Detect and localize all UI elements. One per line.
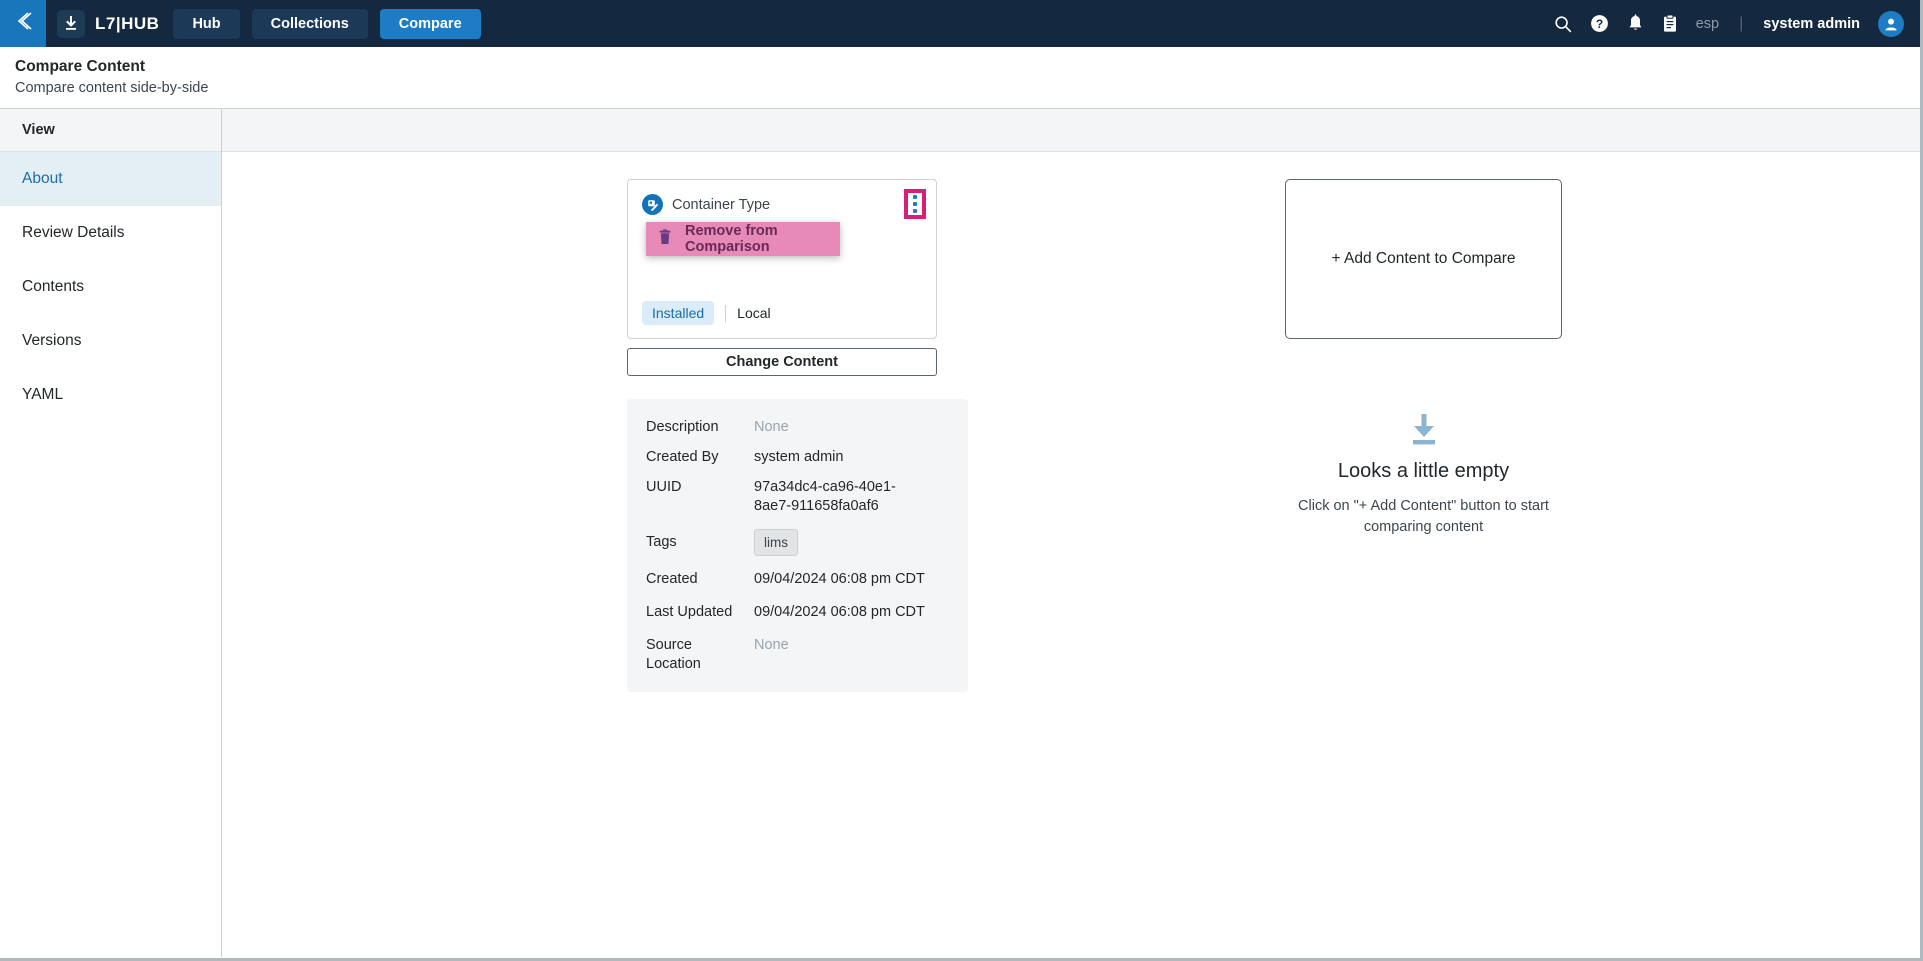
sidebar-item-review-details[interactable]: Review Details (0, 206, 221, 260)
nav-tab-hub[interactable]: Hub (173, 8, 240, 39)
content-toolbar (222, 109, 1920, 152)
help-icon[interactable]: ? (1590, 14, 1609, 33)
footer-divider (725, 304, 727, 322)
bell-icon[interactable] (1627, 14, 1644, 33)
detail-row-uuid: UUID 97a34dc4-ca96-40e1-8ae7-911658fa0af… (627, 478, 968, 516)
tag-chip: lims (754, 529, 798, 556)
download-icon (57, 9, 85, 38)
detail-value: None (754, 419, 789, 435)
change-content-button[interactable]: Change Content (627, 348, 937, 376)
detail-row-last-updated: Last Updated 09/04/2024 06:08 pm CDT (627, 603, 968, 622)
view-sidebar: View About Review Details Contents Versi… (0, 109, 222, 957)
source-label: Local (737, 305, 771, 321)
menu-item-remove-from-comparison[interactable]: Remove from Comparison (646, 222, 840, 256)
svg-text:?: ? (1596, 17, 1603, 31)
kebab-menu-icon[interactable] (904, 189, 926, 219)
sidebar-item-label: Review Details (22, 224, 125, 241)
detail-value: None (754, 637, 789, 653)
page-header: Compare Content Compare content side-by-… (0, 47, 1920, 109)
empty-state-title: Looks a little empty (1337, 460, 1510, 482)
page-title: Compare Content (15, 58, 146, 75)
compare-area: Container Type Remove from Comparison In… (222, 152, 1920, 957)
username-label: system admin (1763, 15, 1860, 32)
compare-column-left: Container Type Remove from Comparison In… (627, 179, 968, 692)
sidebar-item-contents[interactable]: Contents (0, 260, 221, 314)
card-context-menu: Remove from Comparison (646, 222, 840, 256)
detail-row-source-location: Source Location None (627, 636, 968, 674)
kebab-dot (913, 202, 917, 206)
page-body: View About Review Details Contents Versi… (0, 109, 1920, 957)
empty-state: Looks a little empty Click on "+ Add Con… (1285, 414, 1562, 538)
content-card-title: Container Type (672, 196, 771, 213)
content-card: Container Type Remove from Comparison In… (627, 179, 937, 339)
sidebar-item-label: Versions (22, 332, 82, 349)
detail-row-created-by: Created By system admin (627, 448, 968, 467)
brand-label: L7|HUB (95, 13, 160, 33)
content-type-icon (642, 194, 663, 215)
detail-value: 09/04/2024 06:08 pm CDT (754, 604, 925, 620)
chevron-left-icon (13, 10, 33, 37)
sidebar-item-label: About (22, 170, 63, 187)
detail-label: Last Updated (646, 604, 733, 620)
detail-label: Tags (646, 534, 677, 550)
sidebar-item-yaml[interactable]: YAML (0, 368, 221, 422)
sidebar-item-label: Contents (22, 278, 85, 295)
detail-row-tags: Tags lims (627, 529, 968, 556)
detail-label: UUID (646, 479, 682, 495)
top-bar-actions: ? esp | system admin (1554, 10, 1920, 37)
download-arrow-icon (1285, 414, 1562, 446)
nav-tab-collections[interactable]: Collections (251, 8, 368, 39)
tenant-separator: | (1739, 14, 1744, 32)
menu-item-label: Remove from Comparison (685, 223, 778, 255)
kebab-dot (913, 195, 917, 199)
nav-tab-compare[interactable]: Compare (379, 8, 481, 39)
detail-label: Description (646, 419, 719, 435)
detail-value: 09/04/2024 06:08 pm CDT (754, 571, 925, 587)
detail-value: 97a34dc4-ca96-40e1-8ae7-911658fa0af6 (754, 479, 896, 514)
empty-state-description: Click on "+ Add Content" button to start… (1298, 498, 1549, 535)
details-panel: Description None Created By system admin… (627, 399, 968, 692)
compare-column-right: + Add Content to Compare Looks a little … (1285, 179, 1562, 538)
clipboard-icon[interactable] (1662, 14, 1678, 33)
sidebar-header: View (0, 109, 221, 152)
content-body: Container Type Remove from Comparison In… (222, 152, 1920, 957)
detail-row-description: Description None (627, 418, 968, 437)
top-navigation-bar: L7|HUB Hub Collections Compare ? esp | s… (0, 0, 1920, 47)
detail-value-wrap: lims (754, 529, 798, 556)
primary-nav-tabs: Hub Collections Compare (173, 8, 481, 39)
kebab-dot (913, 209, 917, 213)
detail-value: system admin (754, 449, 844, 465)
tenant-label: esp (1695, 15, 1720, 32)
detail-label: Source Location (646, 637, 701, 672)
add-content-to-compare-button[interactable]: + Add Content to Compare (1285, 179, 1562, 339)
content-card-header: Container Type (642, 194, 922, 215)
search-icon[interactable] (1554, 15, 1572, 33)
content-card-footer: Installed Local (642, 301, 771, 325)
user-avatar-icon[interactable] (1878, 10, 1904, 37)
page-subtitle: Compare content side-by-side (15, 80, 209, 96)
brand-logo[interactable]: L7|HUB (57, 9, 160, 38)
sidebar-item-about[interactable]: About (0, 152, 221, 206)
sidebar-item-versions[interactable]: Versions (0, 314, 221, 368)
detail-row-created: Created 09/04/2024 06:08 pm CDT (627, 570, 968, 589)
trash-icon (658, 229, 672, 249)
main-content-column: Container Type Remove from Comparison In… (222, 109, 1920, 957)
detail-label: Created (646, 571, 698, 587)
back-button[interactable] (0, 0, 46, 47)
status-badge: Installed (642, 301, 715, 325)
sidebar-item-label: YAML (22, 386, 64, 403)
detail-label: Created By (646, 449, 719, 465)
